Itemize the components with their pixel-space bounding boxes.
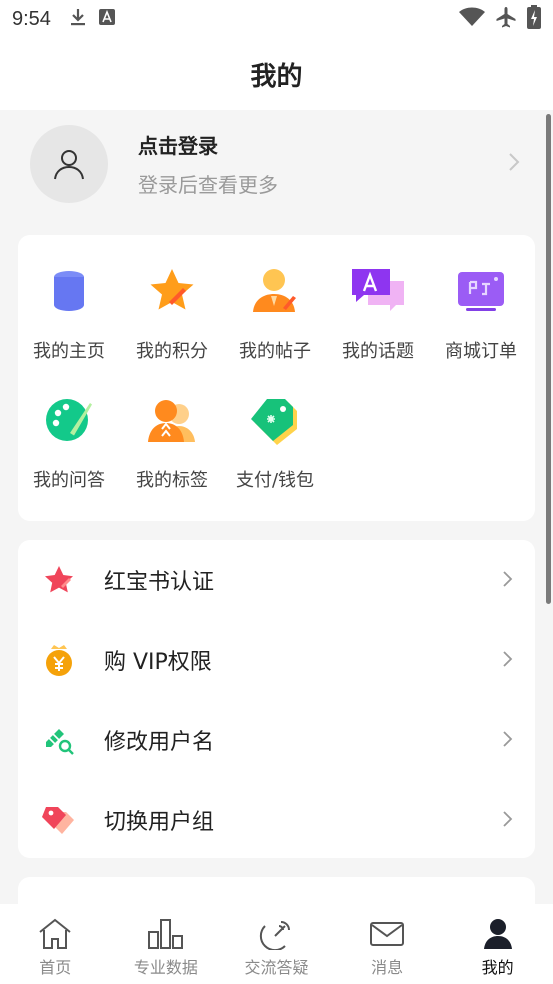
font-app-icon bbox=[98, 9, 115, 29]
grid-item-tags[interactable]: 我的标签 bbox=[122, 392, 222, 492]
battery-charging-icon bbox=[527, 5, 541, 33]
feature-grid-card: 我的主页 我的积分 我的帖子 我的话题 商城订单 我的问答 我的标签 支付/钱包 bbox=[18, 235, 535, 521]
tab-label: 交流答疑 bbox=[244, 958, 309, 977]
tab-label: 首页 bbox=[39, 958, 72, 977]
menu-label: 切换用户组 bbox=[104, 810, 215, 835]
login-profile-row[interactable]: 点击登录 登录后查看更多 bbox=[30, 124, 530, 204]
qa-palette-icon bbox=[19, 392, 119, 448]
menu-label: 修改用户名 bbox=[104, 730, 215, 755]
page-title: 我的 bbox=[250, 61, 303, 92]
chevron-right-icon bbox=[502, 730, 513, 752]
avatar[interactable] bbox=[30, 125, 108, 203]
tab-mine[interactable]: 我的 bbox=[442, 904, 553, 984]
menu-item-switch-group[interactable]: 切换用户组 bbox=[18, 780, 535, 860]
grid-label: 我的话题 bbox=[342, 341, 414, 362]
tab-label: 专业数据 bbox=[133, 958, 198, 977]
home-icon bbox=[39, 918, 71, 949]
menu-item-certification[interactable]: 红宝书认证 bbox=[18, 540, 535, 620]
menu-card: 红宝书认证 购 VIP权限 修改用户名 切换用户组 bbox=[18, 540, 535, 858]
scrollbar[interactable] bbox=[546, 114, 551, 604]
menu-item-rename[interactable]: 修改用户名 bbox=[18, 700, 535, 780]
user-icon bbox=[483, 919, 512, 949]
chevron-right-icon bbox=[502, 570, 513, 592]
post-person-icon bbox=[225, 263, 325, 319]
coin-bag-icon bbox=[42, 643, 76, 677]
topic-chat-icon bbox=[328, 263, 428, 319]
tab-discussion[interactable]: 交流答疑 bbox=[221, 904, 332, 984]
menu-label: 购 VIP权限 bbox=[104, 650, 212, 675]
wallet-tag-icon bbox=[225, 392, 325, 448]
login-label[interactable]: 点击登录 bbox=[138, 130, 278, 159]
satellite-icon bbox=[260, 921, 291, 950]
status-bar: 9:54 bbox=[0, 0, 553, 38]
tab-data[interactable]: 专业数据 bbox=[111, 904, 222, 984]
wifi-icon bbox=[459, 7, 485, 31]
points-star-icon bbox=[122, 263, 222, 319]
grid-item-home[interactable]: 我的主页 bbox=[19, 263, 119, 363]
grid-item-wallet[interactable]: 支付/钱包 bbox=[225, 392, 325, 492]
star-icon bbox=[42, 563, 76, 597]
download-icon bbox=[69, 7, 87, 31]
chevron-right-icon bbox=[502, 810, 513, 832]
tab-label: 我的 bbox=[481, 958, 514, 977]
grid-item-topics[interactable]: 我的话题 bbox=[328, 263, 428, 363]
chevron-right-icon bbox=[508, 152, 520, 176]
grid-label: 商城订单 bbox=[445, 341, 517, 362]
home-page-icon bbox=[19, 263, 119, 319]
grid-label: 我的积分 bbox=[136, 341, 208, 362]
bar-chart-icon bbox=[147, 919, 183, 949]
grid-label: 我的标签 bbox=[136, 470, 208, 491]
mail-icon bbox=[370, 922, 405, 946]
shop-order-icon bbox=[431, 263, 531, 319]
grid-label: 支付/钱包 bbox=[235, 470, 315, 491]
grid-item-posts[interactable]: 我的帖子 bbox=[225, 263, 325, 363]
grid-label: 我的问答 bbox=[33, 470, 105, 491]
tab-home[interactable]: 首页 bbox=[0, 904, 111, 984]
menu-label: 红宝书认证 bbox=[104, 570, 215, 595]
grid-label: 我的主页 bbox=[33, 341, 105, 362]
tab-label: 消息 bbox=[371, 958, 404, 977]
chevron-right-icon bbox=[502, 650, 513, 672]
airplane-icon bbox=[495, 6, 517, 32]
grid-item-qa[interactable]: 我的问答 bbox=[19, 392, 119, 492]
grid-label: 我的帖子 bbox=[239, 341, 311, 362]
more-card bbox=[18, 877, 535, 904]
tag-switch-icon bbox=[42, 803, 76, 837]
edit-search-icon bbox=[42, 723, 76, 757]
tags-people-icon bbox=[122, 392, 222, 448]
grid-item-shop-orders[interactable]: 商城订单 bbox=[431, 263, 531, 363]
user-outline-icon bbox=[54, 150, 84, 180]
tab-messages[interactable]: 消息 bbox=[332, 904, 443, 984]
content-scroll[interactable]: 点击登录 登录后查看更多 我的主页 我的积分 我的帖子 我的话题 商城订单 我的… bbox=[0, 110, 553, 904]
menu-item-vip[interactable]: 购 VIP权限 bbox=[18, 620, 535, 700]
status-time: 9:54 bbox=[12, 7, 51, 30]
bottom-tab-bar: 首页 专业数据 交流答疑 消息 我的 bbox=[0, 904, 553, 984]
login-subtitle: 登录后查看更多 bbox=[138, 173, 278, 197]
page-header: 我的 bbox=[0, 38, 553, 110]
grid-item-points[interactable]: 我的积分 bbox=[122, 263, 222, 363]
